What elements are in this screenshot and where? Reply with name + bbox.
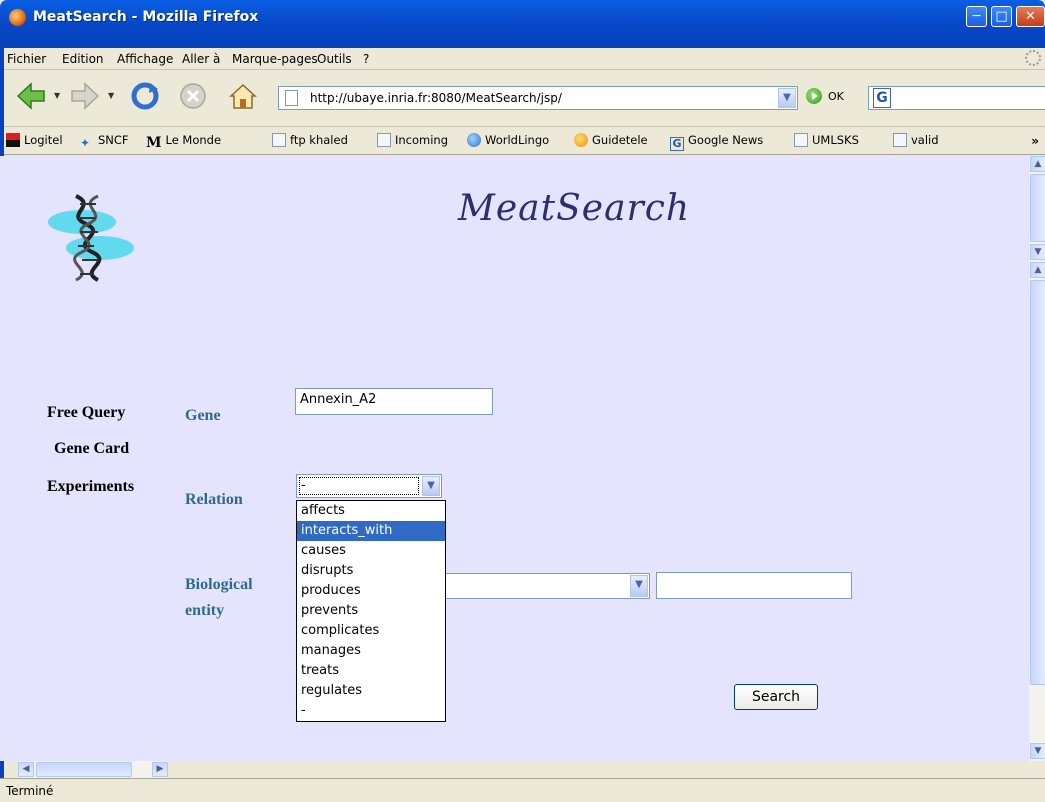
menu-outils[interactable]: Outils: [317, 52, 352, 66]
relation-option-disrupts[interactable]: disrupts: [297, 561, 445, 581]
stop-icon[interactable]: [176, 79, 210, 113]
minimize-button[interactable]: ─: [966, 6, 987, 27]
menu-affichage[interactable]: Affichage: [117, 52, 173, 66]
scroll-down-icon[interactable]: ▼: [1030, 743, 1045, 759]
status-bar: Terminé: [0, 778, 1045, 802]
bookmark-worldlingo[interactable]: WorldLingo: [467, 133, 549, 147]
menu-aller[interactable]: Aller à: [182, 52, 220, 66]
relation-option-none[interactable]: -: [297, 701, 445, 721]
relation-option-interacts-with[interactable]: interacts_with: [297, 521, 445, 541]
scroll-up-icon[interactable]: ▲: [1030, 156, 1045, 172]
focus-ring: [299, 477, 419, 495]
search-button[interactable]: Search: [734, 684, 818, 710]
biological-entity-dropdown-icon[interactable]: ▼: [630, 575, 648, 597]
close-button[interactable]: ✕: [1016, 6, 1045, 27]
scroll-up-icon[interactable]: ▲: [1030, 262, 1045, 278]
address-bar[interactable]: http://ubaye.inria.fr:8080/MeatSearch/js…: [278, 86, 798, 110]
globe-icon: [467, 133, 481, 147]
sncf-icon: ✦: [80, 136, 91, 150]
throbber-icon: [1025, 50, 1041, 66]
forward-arrow-icon[interactable]: [68, 79, 102, 113]
relation-select[interactable]: - ▼: [296, 474, 442, 498]
relation-option-prevents[interactable]: prevents: [297, 601, 445, 621]
address-url[interactable]: http://ubaye.inria.fr:8080/MeatSearch/js…: [310, 91, 562, 105]
navigation-toolbar: ▼ ▼ http://ubaye.inria.fr:8080/MeatSearc…: [0, 71, 1045, 127]
menu-fichier[interactable]: Fichier: [7, 52, 46, 66]
bookmark-sncf[interactable]: ✦ SNCF: [80, 133, 129, 150]
scroll-thumb[interactable]: [1030, 280, 1045, 685]
menu-edition[interactable]: Edition: [62, 52, 104, 66]
vertical-scrollbar[interactable]: ▲ ▼ ▲ ▼: [1029, 156, 1045, 761]
page-icon: [285, 90, 298, 106]
logitel-icon: [6, 133, 20, 147]
go-button[interactable]: OK: [828, 90, 844, 103]
window-title: MeatSearch - Mozilla Firefox: [33, 9, 259, 25]
horizontal-scroll-thumb[interactable]: [36, 762, 132, 777]
scroll-right-icon[interactable]: ▶: [152, 762, 168, 777]
gene-label: Gene: [185, 407, 221, 424]
relation-option-affects[interactable]: affects: [297, 501, 445, 521]
google-icon[interactable]: G: [873, 88, 891, 108]
reload-icon[interactable]: [128, 79, 162, 113]
nav-experiments[interactable]: Experiments: [47, 478, 134, 496]
biological-entity-label-line2: entity: [185, 602, 225, 619]
nav-free-query[interactable]: Free Query: [47, 404, 125, 422]
relation-dropdown-list[interactable]: affects interacts_with causes disrupts p…: [296, 500, 446, 722]
relation-option-treats[interactable]: treats: [297, 661, 445, 681]
google-icon: G: [670, 137, 684, 151]
relation-option-complicates[interactable]: complicates: [297, 621, 445, 641]
scroll-left-icon[interactable]: ◀: [18, 762, 34, 777]
firefox-icon: [9, 9, 26, 26]
go-icon[interactable]: [806, 88, 822, 104]
relation-option-regulates[interactable]: regulates: [297, 681, 445, 701]
page-icon: [272, 133, 286, 147]
search-engine-box[interactable]: G: [868, 86, 1045, 110]
status-text: Terminé: [6, 784, 54, 798]
home-icon[interactable]: [226, 79, 260, 113]
nav-gene-card[interactable]: Gene Card: [54, 440, 129, 458]
horizontal-scrollbar[interactable]: ◀ ▶: [18, 761, 168, 778]
biological-entity-label-line1: Biological: [185, 576, 253, 593]
title-bar: MeatSearch - Mozilla Firefox ─ □ ✕: [0, 0, 1045, 48]
more-bookmarks-icon[interactable]: »: [1031, 134, 1039, 148]
bookmark-google-news[interactable]: G Google News: [670, 133, 763, 151]
back-history-icon[interactable]: ▼: [54, 91, 62, 100]
bookmark-valid[interactable]: valid: [893, 133, 939, 147]
relation-option-causes[interactable]: causes: [297, 541, 445, 561]
page-content: MeatSearch Free Query Gene Card Experime…: [0, 156, 1029, 761]
bookmark-le-monde[interactable]: M Le Monde: [146, 133, 221, 150]
menu-bar: Fichier Edition Affichage Aller à Marque…: [0, 48, 1045, 70]
menu-marque-pages[interactable]: Marque-pages: [232, 52, 318, 66]
relation-label: Relation: [185, 491, 243, 508]
scroll-thumb-top[interactable]: [1030, 174, 1045, 242]
bookmarks-toolbar: Logitel ✦ SNCF M Le Monde ftp khaled Incom…: [0, 128, 1045, 155]
relation-option-produces[interactable]: produces: [297, 581, 445, 601]
maximize-button[interactable]: □: [991, 6, 1012, 27]
le-monde-icon: M: [146, 135, 162, 151]
relation-dropdown-icon[interactable]: ▼: [422, 476, 440, 496]
dna-logo-icon: [48, 194, 134, 282]
forward-history-icon[interactable]: ▼: [108, 91, 116, 100]
bookmark-logitel[interactable]: Logitel: [6, 133, 63, 147]
site-title: MeatSearch: [458, 188, 691, 229]
address-dropdown-icon[interactable]: ▼: [778, 88, 796, 108]
back-arrow-icon[interactable]: [14, 79, 48, 113]
guidetele-icon: [574, 133, 588, 147]
biological-entity-input[interactable]: [656, 572, 852, 599]
bookmark-guidetele[interactable]: Guidetele: [574, 133, 648, 147]
page-icon: [893, 133, 907, 147]
page-icon: [794, 133, 808, 147]
gene-input[interactable]: Annexin_A2: [295, 388, 493, 415]
page-icon: [377, 133, 391, 147]
menu-help[interactable]: ?: [363, 52, 369, 66]
bookmark-umlsks[interactable]: UMLSKS: [794, 133, 859, 147]
relation-option-manages[interactable]: manages: [297, 641, 445, 661]
bookmark-incoming[interactable]: Incoming: [377, 133, 448, 147]
bookmark-ftp-khaled[interactable]: ftp khaled: [272, 133, 348, 147]
scroll-down-icon[interactable]: ▼: [1030, 244, 1045, 260]
